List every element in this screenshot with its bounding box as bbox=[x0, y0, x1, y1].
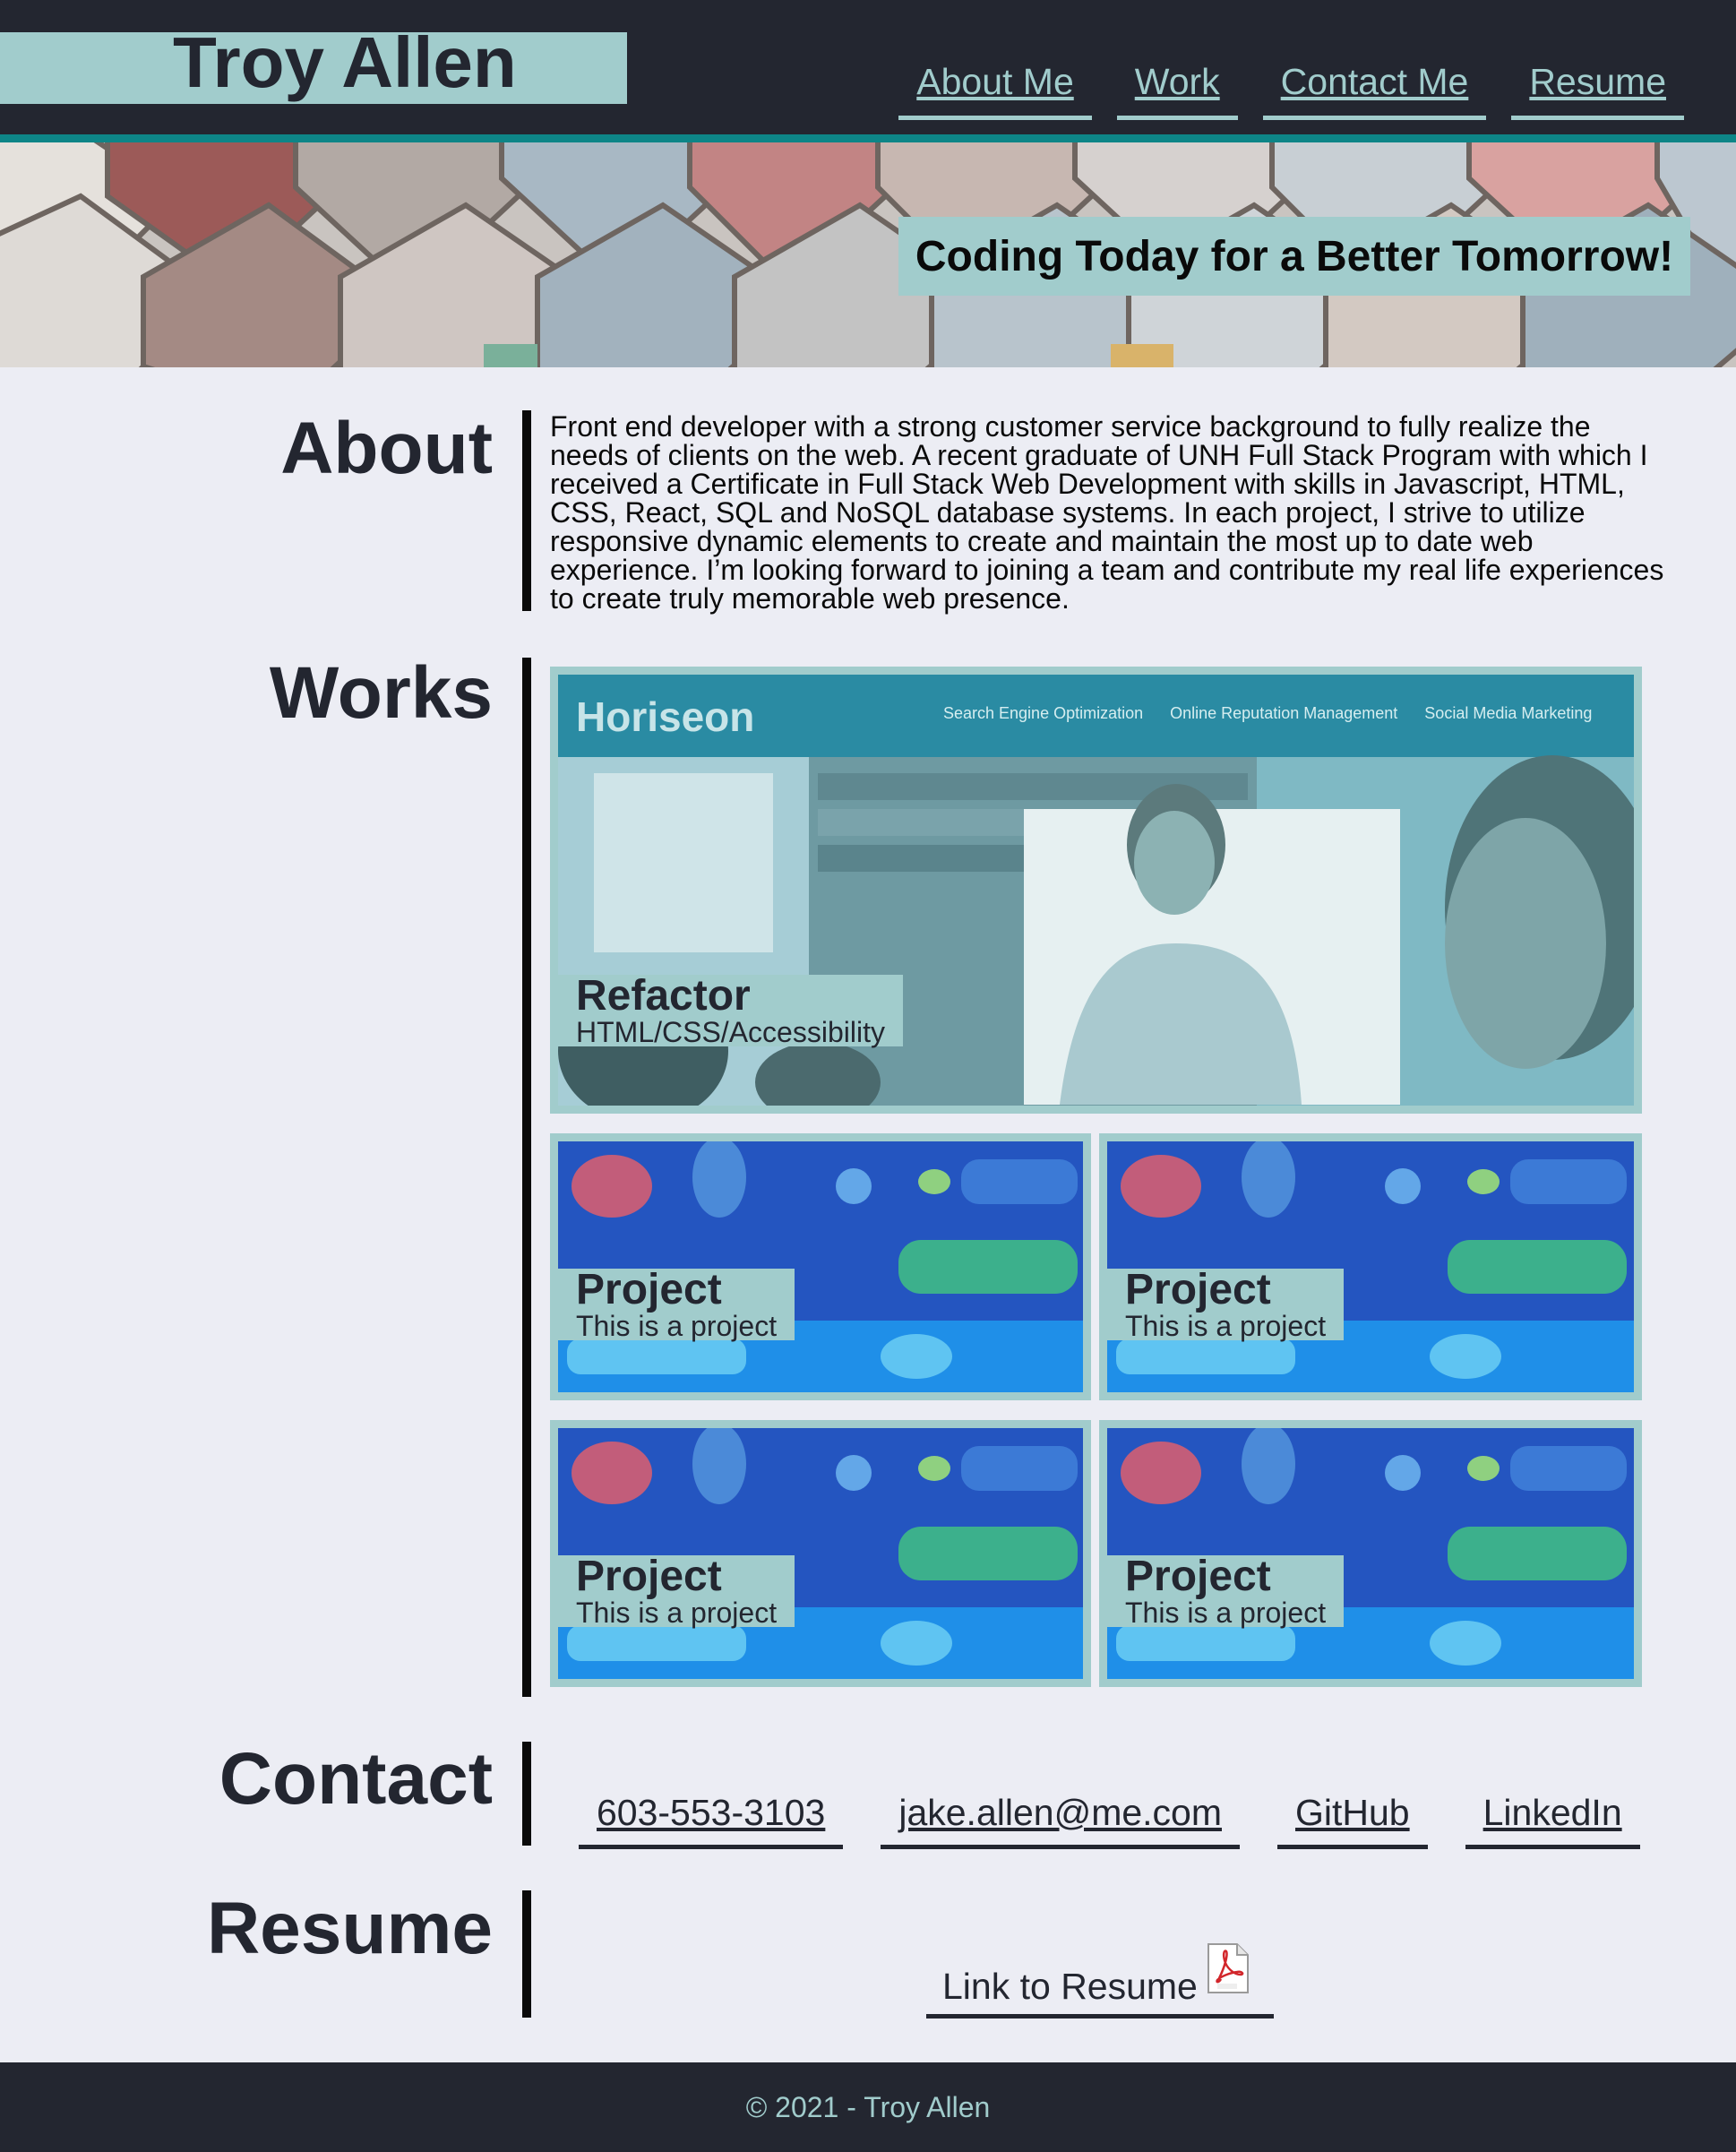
contact-divider bbox=[522, 1742, 531, 1846]
horiseon-nav: Search Engine Optimization Online Reputa… bbox=[943, 704, 1592, 723]
contact-email-link[interactable]: jake.allen@me.com bbox=[881, 1786, 1240, 1849]
work-card-project[interactable]: Project This is a project bbox=[1099, 1420, 1642, 1687]
project-subtitle: This is a project bbox=[576, 1310, 778, 1342]
hero-banner: Coding Today for a Better Tomorrow! bbox=[0, 142, 1736, 367]
resume-link-label: Link to Resume bbox=[942, 1966, 1198, 2007]
featured-label: Refactor HTML/CSS/Accessibility bbox=[558, 975, 903, 1046]
pdf-icon bbox=[1207, 1943, 1249, 1993]
horiseon-nav-item: Search Engine Optimization bbox=[943, 704, 1144, 722]
project-thumbnail: Project This is a project bbox=[558, 1428, 1083, 1679]
about-divider bbox=[522, 410, 531, 611]
header-divider bbox=[0, 134, 1736, 142]
featured-subtitle: HTML/CSS/Accessibility bbox=[576, 1016, 885, 1048]
resume-heading: Resume bbox=[206, 1888, 493, 1969]
project-label: Project This is a project bbox=[1107, 1553, 1345, 1629]
nav-resume[interactable]: Resume bbox=[1511, 56, 1684, 120]
project-title: Project bbox=[576, 1553, 722, 1600]
project-thumbnail: Project This is a project bbox=[558, 1141, 1083, 1392]
project-subtitle: This is a project bbox=[576, 1597, 778, 1629]
featured-title: Refactor bbox=[576, 972, 751, 1020]
project-title: Project bbox=[1125, 1553, 1271, 1600]
project-subtitle: This is a project bbox=[1125, 1310, 1327, 1342]
work-card-project[interactable]: Project This is a project bbox=[550, 1133, 1091, 1400]
footer-copyright: © 2021 - Troy Allen bbox=[745, 2090, 991, 2123]
work-card-project[interactable]: Project This is a project bbox=[550, 1420, 1091, 1687]
site-footer: © 2021 - Troy Allen bbox=[0, 2062, 1736, 2152]
about-paragraph: Front end developer with a strong custom… bbox=[550, 410, 1664, 615]
horiseon-nav-item: Social Media Marketing bbox=[1424, 704, 1593, 722]
work-card-project[interactable]: Project This is a project bbox=[1099, 1133, 1642, 1400]
project-title: Project bbox=[1125, 1266, 1271, 1313]
about-heading: About bbox=[280, 408, 493, 489]
nav-contact-me[interactable]: Contact Me bbox=[1262, 56, 1487, 120]
project-label: Project This is a project bbox=[558, 1555, 795, 1627]
horiseon-nav-item: Online Reputation Management bbox=[1170, 704, 1398, 722]
resume-divider bbox=[522, 1890, 531, 2018]
project-title: Project bbox=[576, 1266, 722, 1313]
featured-preview: Horiseon Search Engine Optimization Onli… bbox=[558, 675, 1634, 1106]
contact-heading: Contact bbox=[219, 1738, 493, 1820]
contact-github-link[interactable]: GitHub bbox=[1277, 1786, 1428, 1849]
horiseon-logo: Horiseon bbox=[576, 693, 755, 740]
contact-links: 603-553-3103 jake.allen@me.com GitHub Li… bbox=[579, 1786, 1640, 1849]
contact-linkedin-link[interactable]: LinkedIn bbox=[1465, 1786, 1640, 1849]
project-thumbnail: Project This is a project bbox=[1107, 1141, 1634, 1392]
resume-link[interactable]: Link to Resume bbox=[926, 1942, 1274, 2019]
site-name: Troy Allen bbox=[173, 22, 517, 102]
main-nav: About Me Work Contact Me Resume bbox=[898, 56, 1684, 120]
nav-about-me[interactable]: About Me bbox=[898, 56, 1092, 120]
works-divider bbox=[522, 658, 531, 1697]
project-thumbnail: Project This is a project bbox=[1107, 1428, 1634, 1679]
works-heading: Works bbox=[269, 652, 493, 734]
work-card-featured[interactable]: Horiseon Search Engine Optimization Onli… bbox=[550, 667, 1642, 1114]
hero-tagline: Coding Today for a Better Tomorrow! bbox=[898, 217, 1690, 296]
project-label: Project This is a project bbox=[1107, 1266, 1345, 1342]
contact-phone-link[interactable]: 603-553-3103 bbox=[579, 1786, 844, 1849]
nav-work[interactable]: Work bbox=[1116, 56, 1238, 120]
site-header: Troy Allen About Me Work Contact Me Resu… bbox=[0, 0, 1736, 134]
project-label: Project This is a project bbox=[558, 1269, 795, 1340]
project-subtitle: This is a project bbox=[1125, 1597, 1327, 1629]
